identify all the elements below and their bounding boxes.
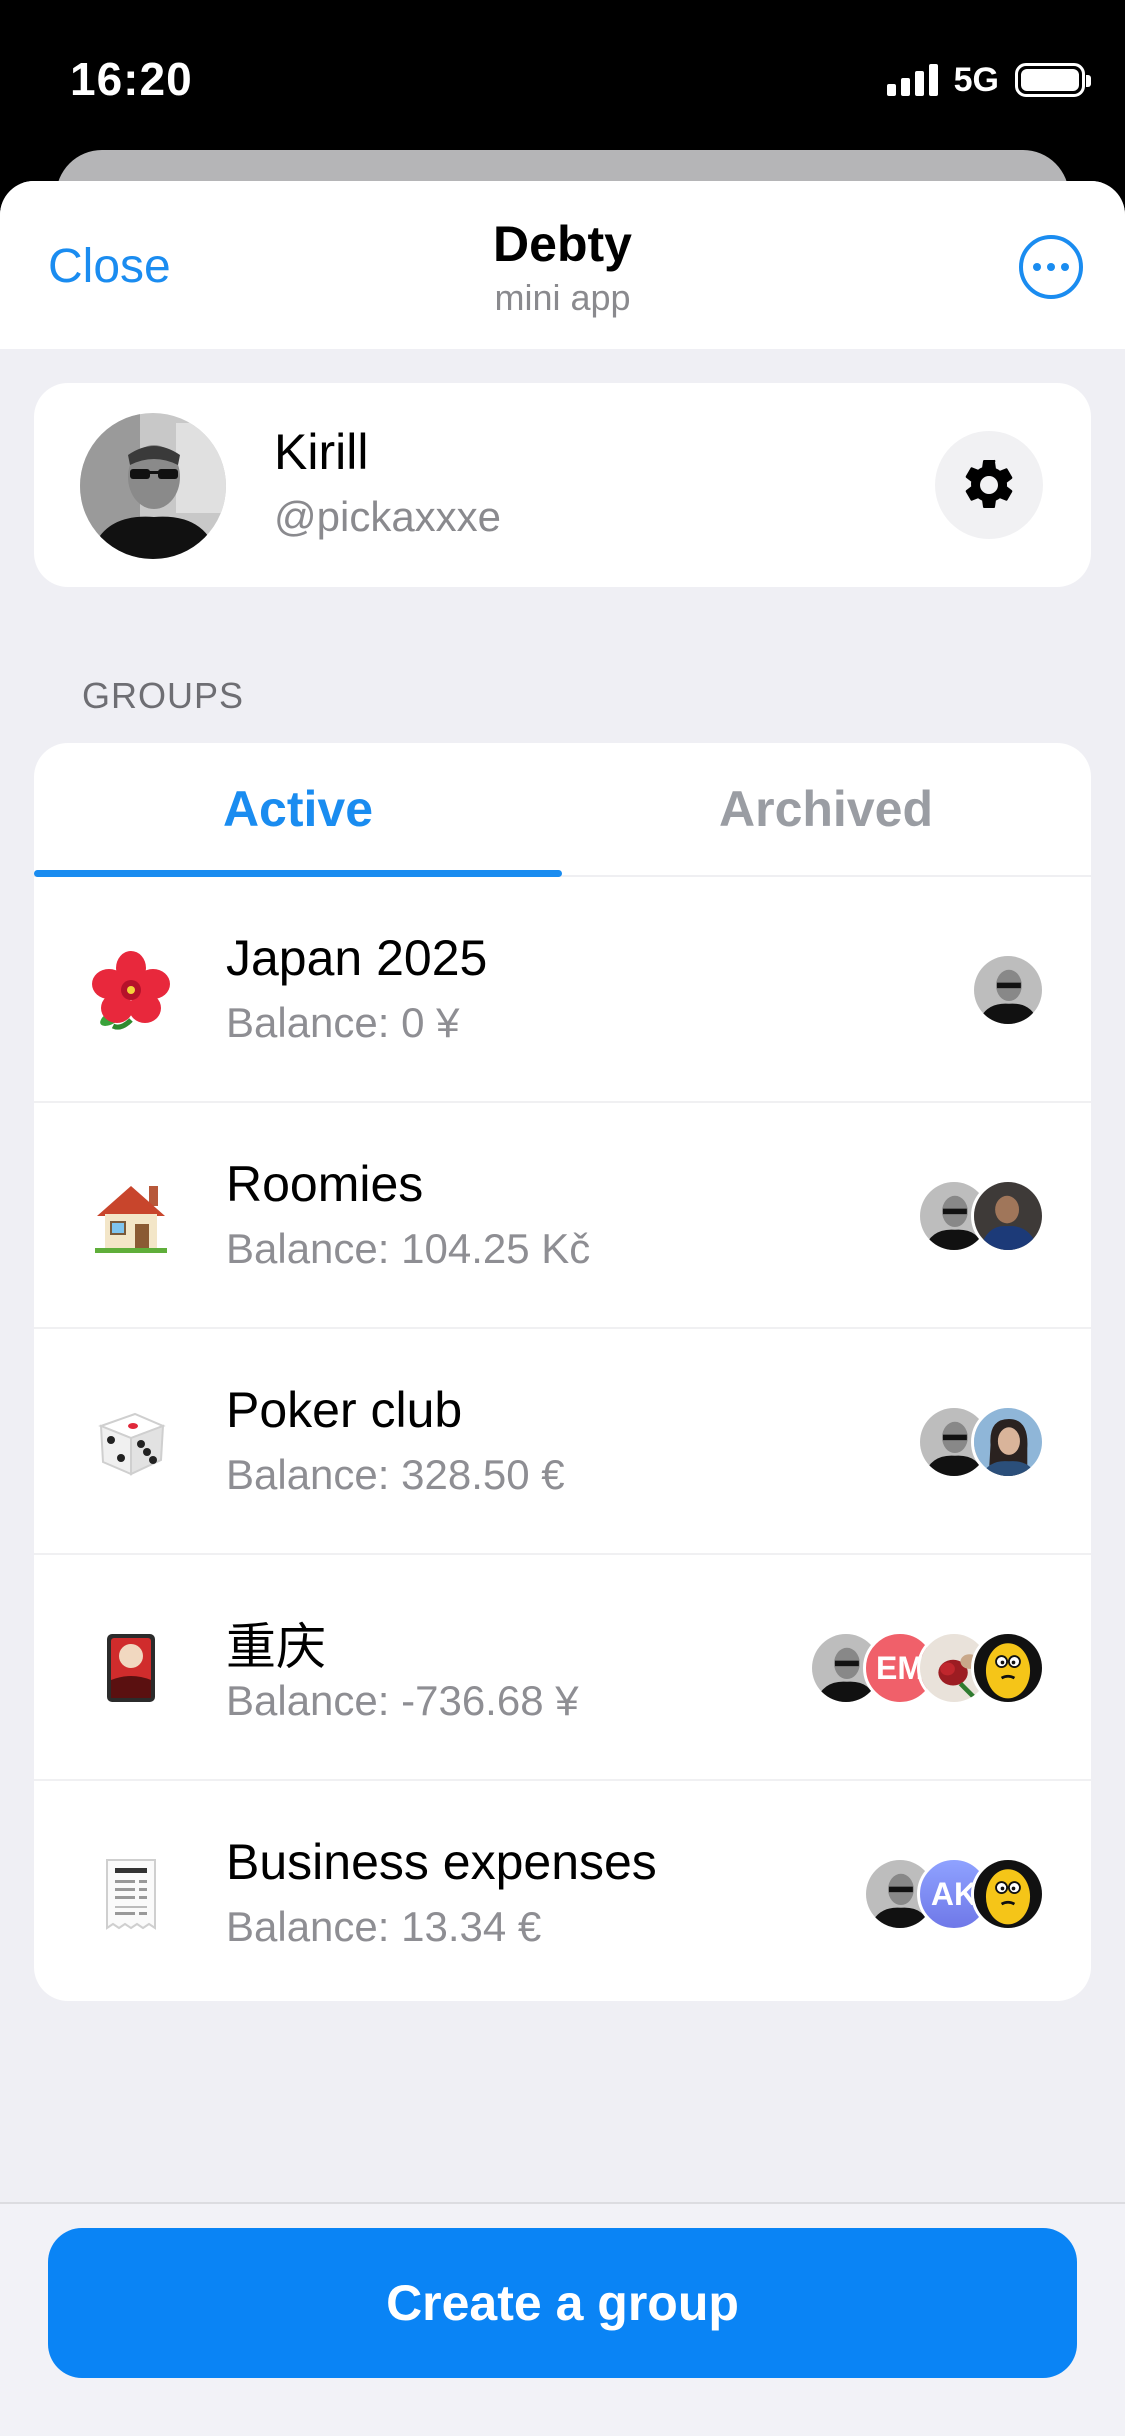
- group-name: Poker club: [226, 1382, 463, 1438]
- cellular-signal-icon: [886, 64, 938, 96]
- group-name: Roomies: [226, 1156, 424, 1212]
- network-type: 5G: [953, 60, 999, 99]
- avatar: [80, 413, 226, 559]
- profile-card: Kirill @pickaxxxe: [34, 383, 1091, 587]
- group-members: [917, 1405, 1045, 1479]
- sheet-header: Close Debty mini app: [0, 181, 1125, 349]
- member-avatar: [971, 1857, 1045, 1931]
- groups-tabs: Active Archived: [34, 743, 1091, 877]
- group-row-business-expenses[interactable]: Business expenses Balance: 13.34 € AK: [34, 1781, 1091, 2001]
- group-members: AK: [863, 1857, 1045, 1931]
- gear-icon: [965, 459, 1013, 508]
- group-name: Japan 2025: [226, 930, 488, 986]
- group-name: Business expenses: [226, 1834, 657, 1890]
- group-members: [917, 1179, 1045, 1253]
- hibiscus-icon: [86, 945, 176, 1035]
- member-avatar: [971, 1405, 1045, 1479]
- tab-selection-indicator: [34, 870, 562, 877]
- group-balance: Balance: 104.25 Kč: [226, 1225, 591, 1272]
- status-bar: 16:20 5G: [0, 0, 1125, 160]
- settings-button[interactable]: [935, 431, 1043, 539]
- tab-archived[interactable]: Archived: [562, 743, 1090, 875]
- house-icon: [86, 1171, 176, 1261]
- flower-playing-card-icon: [86, 1623, 176, 1713]
- group-balance: Balance: 0 ¥: [226, 999, 460, 1046]
- create-group-button[interactable]: Create a group: [48, 2228, 1077, 2378]
- group-name: 重庆: [226, 1619, 326, 1675]
- profile-handle: @pickaxxxe: [274, 493, 502, 540]
- battery-icon: [1015, 63, 1091, 97]
- receipt-icon: [86, 1849, 176, 1939]
- group-balance: Balance: 13.34 €: [226, 1903, 542, 1950]
- status-time: 16:20: [70, 53, 193, 105]
- group-members: [971, 953, 1045, 1027]
- group-row-chongqing[interactable]: 重庆 Balance: -736.68 ¥ EM: [34, 1555, 1091, 1781]
- app-title: Debty: [493, 216, 632, 272]
- ellipsis-circle-icon[interactable]: [1019, 235, 1083, 299]
- group-balance: Balance: 328.50 €: [226, 1451, 565, 1498]
- group-members: EM: [809, 1631, 1045, 1705]
- group-row-poker-club[interactable]: Poker club Balance: 328.50 €: [34, 1329, 1091, 1555]
- group-row-japan-2025[interactable]: Japan 2025 Balance: 0 ¥: [34, 877, 1091, 1103]
- profile-name: Kirill: [274, 424, 369, 480]
- die-icon: [86, 1397, 176, 1487]
- member-avatar: [971, 1631, 1045, 1705]
- tab-active[interactable]: Active: [34, 743, 562, 875]
- bottom-action-bar: Create a group: [0, 2202, 1125, 2436]
- member-avatar: [971, 953, 1045, 1027]
- group-balance: Balance: -736.68 ¥: [226, 1677, 579, 1724]
- groups-section-label: GROUPS: [82, 675, 245, 716]
- status-indicators: 5G: [886, 60, 1091, 100]
- app-subtitle: mini app: [494, 277, 631, 318]
- mini-app-sheet: Close Debty mini app Kirill @pickaxxxe G…: [0, 181, 1125, 2436]
- member-avatar: [971, 1179, 1045, 1253]
- groups-card: Active Archived Japan 2025 Balance: 0 ¥ …: [34, 743, 1091, 2001]
- group-row-roomies[interactable]: Roomies Balance: 104.25 Kč: [34, 1103, 1091, 1329]
